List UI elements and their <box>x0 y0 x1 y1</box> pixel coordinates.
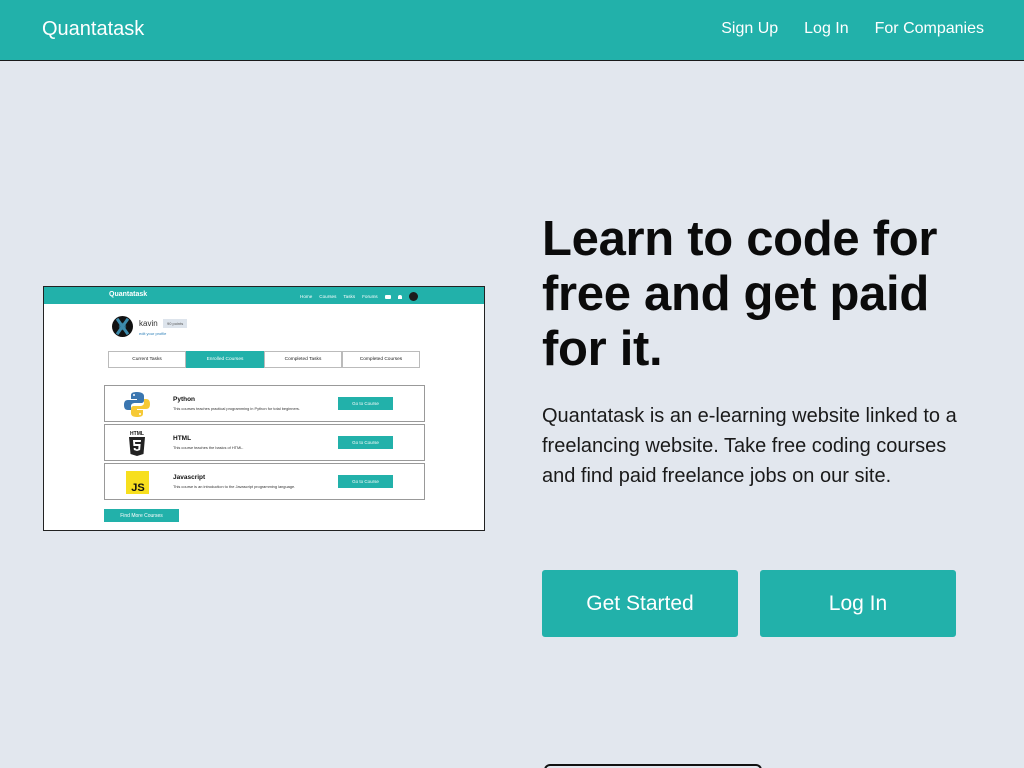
python-logo-icon <box>124 392 150 417</box>
html5-logo-icon: HTML <box>129 431 145 456</box>
tab-current-tasks: Current Tasks <box>108 351 186 368</box>
preview-course-list: Python This courses teaches practical pr… <box>104 385 425 502</box>
course-description: This course is an introduction to the Ja… <box>173 484 296 489</box>
go-to-course-button: Go to Course <box>338 436 393 449</box>
tab-completed-tasks: Completed Tasks <box>264 351 342 368</box>
profile-avatar <box>112 316 133 337</box>
log-in-button[interactable]: Log In <box>760 570 956 637</box>
log-in-link[interactable]: Log In <box>804 20 848 38</box>
tab-enrolled-courses: Enrolled Courses <box>186 351 264 368</box>
app-screenshot-preview: Quantatask Home Courses Tasks Forums kav… <box>43 286 485 531</box>
top-navbar: Quantatask Sign Up Log In For Companies <box>0 0 1024 61</box>
preview-nav-courses: Courses <box>319 294 337 299</box>
message-icon <box>384 294 391 299</box>
course-card-html: HTML HTML This course teaches the basics… <box>104 424 425 461</box>
preview-tabs: Current Tasks Enrolled Courses Completed… <box>108 351 420 368</box>
edit-profile-link: edit your profile <box>139 331 167 336</box>
preview-navbar: Quantatask Home Courses Tasks Forums <box>44 287 484 304</box>
profile-points-badge: 90 points <box>163 319 188 328</box>
tab-completed-courses: Completed Courses <box>342 351 420 368</box>
js-logo-label: JS <box>131 482 144 494</box>
course-card-python: Python This courses teaches practical pr… <box>104 385 425 422</box>
next-section-peek <box>544 764 762 768</box>
profile-name: kavin <box>139 319 158 328</box>
sign-up-link[interactable]: Sign Up <box>721 20 778 38</box>
bell-icon <box>397 294 402 299</box>
course-description: This course teaches the basics of HTML. <box>173 445 244 450</box>
hero-headline: Learn to code for free and get paid for … <box>542 212 938 376</box>
top-nav-links: Sign Up Log In For Companies <box>721 20 984 38</box>
preview-nav-forums: Forums <box>362 294 378 299</box>
preview-nav: Home Courses Tasks Forums <box>300 292 418 301</box>
for-companies-link[interactable]: For Companies <box>875 20 984 38</box>
brand-logo-link[interactable]: Quantatask <box>42 18 144 41</box>
course-name: Python <box>173 396 196 403</box>
preview-nav-home: Home <box>300 294 313 299</box>
js-logo-icon: JS <box>126 471 149 494</box>
html5-logo-label: HTML <box>130 431 144 437</box>
course-name: Javascript <box>173 474 206 481</box>
get-started-button[interactable]: Get Started <box>542 570 738 637</box>
preview-avatar-icon <box>408 292 418 301</box>
preview-nav-tasks: Tasks <box>343 294 356 299</box>
go-to-course-button: Go to Course <box>338 397 393 410</box>
course-card-javascript: JS Javascript This course is an introduc… <box>104 463 425 500</box>
course-description: This courses teaches practical programmi… <box>173 406 300 411</box>
go-to-course-button: Go to Course <box>338 475 393 488</box>
course-name: HTML <box>173 435 192 442</box>
hero-description: Quantatask is an e-learning website link… <box>542 405 957 487</box>
find-more-courses-button: Find More Courses <box>104 509 179 522</box>
preview-brand: Quantatask <box>109 291 148 298</box>
